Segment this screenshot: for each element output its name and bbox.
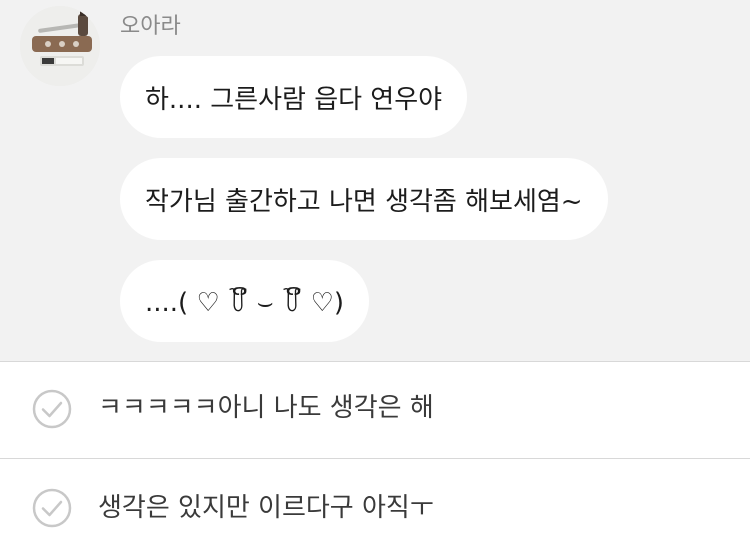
check-circle-icon bbox=[32, 389, 72, 429]
avatar-photo-icon bbox=[20, 6, 100, 86]
message-text: 작가님 출간하고 나면 생각좀 해보세염~ bbox=[145, 186, 583, 217]
message-text: 하.... 그른사람 읍다 연우야 bbox=[145, 84, 443, 115]
chat-area: 오아라 하.... 그른사람 읍다 연우야 작가님 출간하고 나면 생각좀 해보… bbox=[0, 0, 750, 361]
message-text: ....( ♡ ꒦ິ ⌣ ꒦ິ ♡) bbox=[145, 287, 345, 318]
sender-name: 오아라 bbox=[120, 14, 181, 39]
message-bubble[interactable]: ....( ♡ ꒦ິ ⌣ ꒦ິ ♡) bbox=[120, 260, 370, 342]
reply-suggestion[interactable]: 생각은 있지만 이르다구 아직ㅜ bbox=[0, 458, 750, 553]
check-circle-icon bbox=[32, 488, 72, 528]
message-bubble[interactable]: 작가님 출간하고 나면 생각좀 해보세염~ bbox=[120, 158, 608, 240]
reply-suggestion[interactable]: ㅋㅋㅋㅋㅋ아니 나도 생각은 해 bbox=[0, 361, 750, 458]
sender-avatar[interactable] bbox=[20, 6, 100, 86]
message-bubble[interactable]: 하.... 그른사람 읍다 연우야 bbox=[120, 56, 468, 138]
reply-suggestion-text: ㅋㅋㅋㅋㅋ아니 나도 생각은 해 bbox=[98, 393, 434, 423]
reply-suggestion-text: 생각은 있지만 이르다구 아직ㅜ bbox=[98, 493, 434, 523]
